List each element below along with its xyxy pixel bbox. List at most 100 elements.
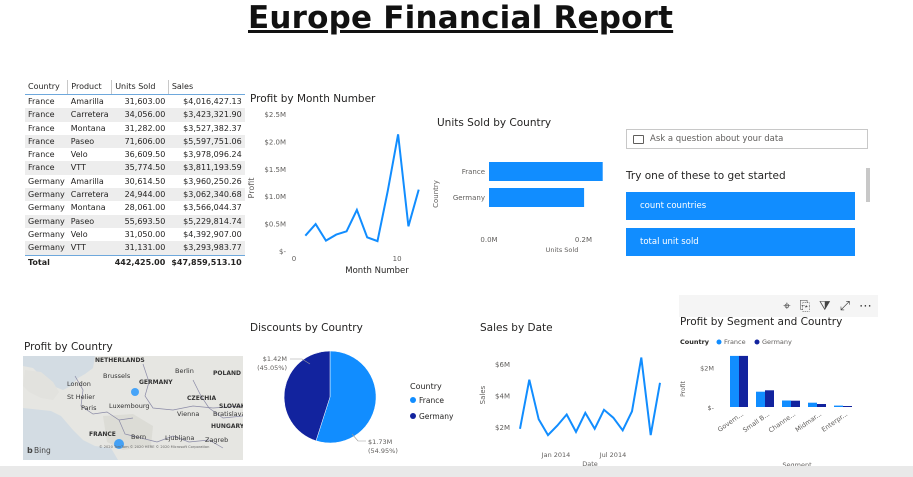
qa-suggestion-button[interactable]: total unit sold [626,228,855,256]
units-by-country-chart[interactable]: Country France Germany 0.0M 0.2M Units Sol… [430,140,615,258]
map-label: HUNGARY [211,423,243,430]
table-row[interactable]: Germany VTT 31,131.00 $3,293,983.77 [25,241,245,256]
table-cell: France [25,134,68,149]
table-cell: Paseo [67,134,112,149]
chat-icon [633,134,644,144]
segment-bar-france[interactable] [730,355,739,407]
table-cell: Germany [28,229,65,239]
map-label: NETHERLANDS [95,357,145,364]
segment-bar-france[interactable] [756,391,765,407]
category-label: France [462,168,485,176]
segment-label: Enterpr... [820,410,849,434]
table-cell: Velo [70,150,88,160]
map-label: Berlin [175,367,194,375]
qa-scrollbar[interactable] [866,168,870,202]
column-header[interactable]: Sales [167,80,245,95]
table-cell: $5,229,814.74 [168,214,245,228]
segment-bar-germany[interactable] [817,404,826,407]
profit-by-segment-chart[interactable]: Country France Germany Profit $2M $- Gove… [676,332,876,470]
profit-map[interactable]: NETHERLANDS Brussels London GERMANY Berlin PO… [23,356,243,460]
table-cell: $4,392,907.00 [183,229,242,239]
units-bar[interactable] [489,188,585,207]
sales-by-date-chart[interactable]: Sales $6M$4M$2M Jan 2014 Jul 2014 Date [474,338,674,468]
units-bar[interactable] [489,162,603,181]
table-row[interactable]: France Paseo 71,606.00 $5,597,751.06 [25,134,245,149]
copy-icon[interactable]: ⎘ [800,299,810,314]
column-header[interactable]: Units Sold [111,80,169,95]
segment-bar-germany[interactable] [843,406,852,407]
discounts-pie-chart[interactable]: $1.42M (45.05%) $1.73M (54.95%) Country … [244,340,474,465]
segment-bar-france[interactable] [834,405,843,407]
y-axis-label: Country [432,180,440,208]
map-label: London [67,380,91,388]
qa-suggestion-button[interactable]: count countries [626,192,855,220]
pie-pct-france: (54.95%) [368,447,398,455]
focus-mode-icon[interactable]: ⤢ [840,299,850,314]
table-cell: 30,614.50 [124,176,166,186]
category-label: Germany [453,194,485,202]
y-tick-label: $1.5M [264,166,286,174]
table-cell: 71,606.00 [111,134,169,149]
table-cell: $4,016,427.13 [183,97,242,106]
qa-search-input[interactable]: Ask a question about your data [626,129,868,149]
map-label: SLOVAKIA [219,403,243,410]
map-label: Luxembourg [109,402,150,410]
discounts-title: Discounts by Country [250,322,363,334]
legend-germany[interactable]: Germany [762,338,792,346]
y-axis-label: Profit [247,178,256,199]
table-cell: France [25,108,68,122]
table-row[interactable]: Germany Amarilla 30,614.50 $3,960,250.26 [25,175,245,188]
filter-icon[interactable]: ⧩ [819,299,831,314]
table-cell: France [28,150,55,160]
table-row[interactable]: France Velo 36,609.50 $3,978,096.24 [25,148,245,161]
profit-line[interactable] [304,134,420,243]
table-row[interactable]: Germany Paseo 55,693.50 $5,229,814.74 [25,214,245,228]
legend-france[interactable]: France [724,338,746,346]
table-cell: France [25,161,68,175]
svg-text:b: b [27,446,33,455]
column-header[interactable]: Product [67,80,112,95]
map-label: Bratislava [213,410,243,418]
column-header[interactable]: Country [25,80,68,95]
table-row[interactable]: France Carretera 34,056.00 $3,423,321.90 [25,108,245,122]
table-cell: 24,944.00 [111,188,169,202]
profit-by-month-chart[interactable]: $2.5M $2.0M $1.5M $1.0M $0.5M $- 0 10 Profit M… [244,106,438,278]
table-cell: Germany [28,203,65,213]
table-row[interactable]: Germany Montana 28,061.00 $3,566,044.37 [25,201,245,214]
y-tick-label: $6M [495,361,510,369]
legend-item[interactable]: Germany [419,412,454,421]
segment-bar-france[interactable] [808,402,817,407]
table-cell: Paseo [67,214,112,228]
legend-item[interactable]: France [419,396,444,405]
table-cell: $5,597,751.06 [168,134,245,149]
table-row[interactable]: France VTT 35,774.50 $3,811,193.59 [25,161,245,175]
table-row[interactable]: Germany Carretera 24,944.00 $3,062,340.68 [25,188,245,202]
y-tick-label: $2.5M [264,111,286,119]
x-axis-label: Units Sold [546,246,579,254]
segment-bar-germany[interactable] [765,390,774,407]
pie-label-france: $1.73M [368,438,392,446]
visual-header: ⌖ ⎘ ⧩ ⤢ ⋯ [679,295,878,317]
map-bubble-germany[interactable] [131,388,139,396]
table-header-row: Country Product Units Sold Sales [25,80,245,95]
table-row[interactable]: Germany Velo 31,050.00 $4,392,907.00 [25,228,245,241]
y-axis-label: Sales [479,385,487,404]
legend-dot-germany [754,339,760,345]
table-cell: 28,061.00 [124,203,166,213]
segment-bar-germany[interactable] [739,355,748,407]
segment-bar-france[interactable] [782,400,791,408]
y-tick-label: $1.0M [264,193,286,201]
table-row[interactable]: France Amarilla 31,603.00 $4,016,427.13 [25,95,245,109]
sales-line[interactable] [519,357,661,437]
pin-icon[interactable]: ⌖ [783,299,790,314]
table-row[interactable]: France Montana 31,282.00 $3,527,382.37 [25,122,245,135]
table-total-row: Total 442,425.00 $47,859,513.10 [25,254,245,269]
table-cell: $3,566,044.37 [183,203,242,213]
table-cell: 35,774.50 [111,161,169,175]
more-options-icon[interactable]: ⋯ [859,299,872,314]
segment-label: Small B... [741,410,771,434]
total-cell: Total [25,254,68,269]
segment-bar-germany[interactable] [791,400,800,407]
table-cell: $3,293,983.77 [168,241,245,256]
total-cell: 442,425.00 [111,254,169,269]
